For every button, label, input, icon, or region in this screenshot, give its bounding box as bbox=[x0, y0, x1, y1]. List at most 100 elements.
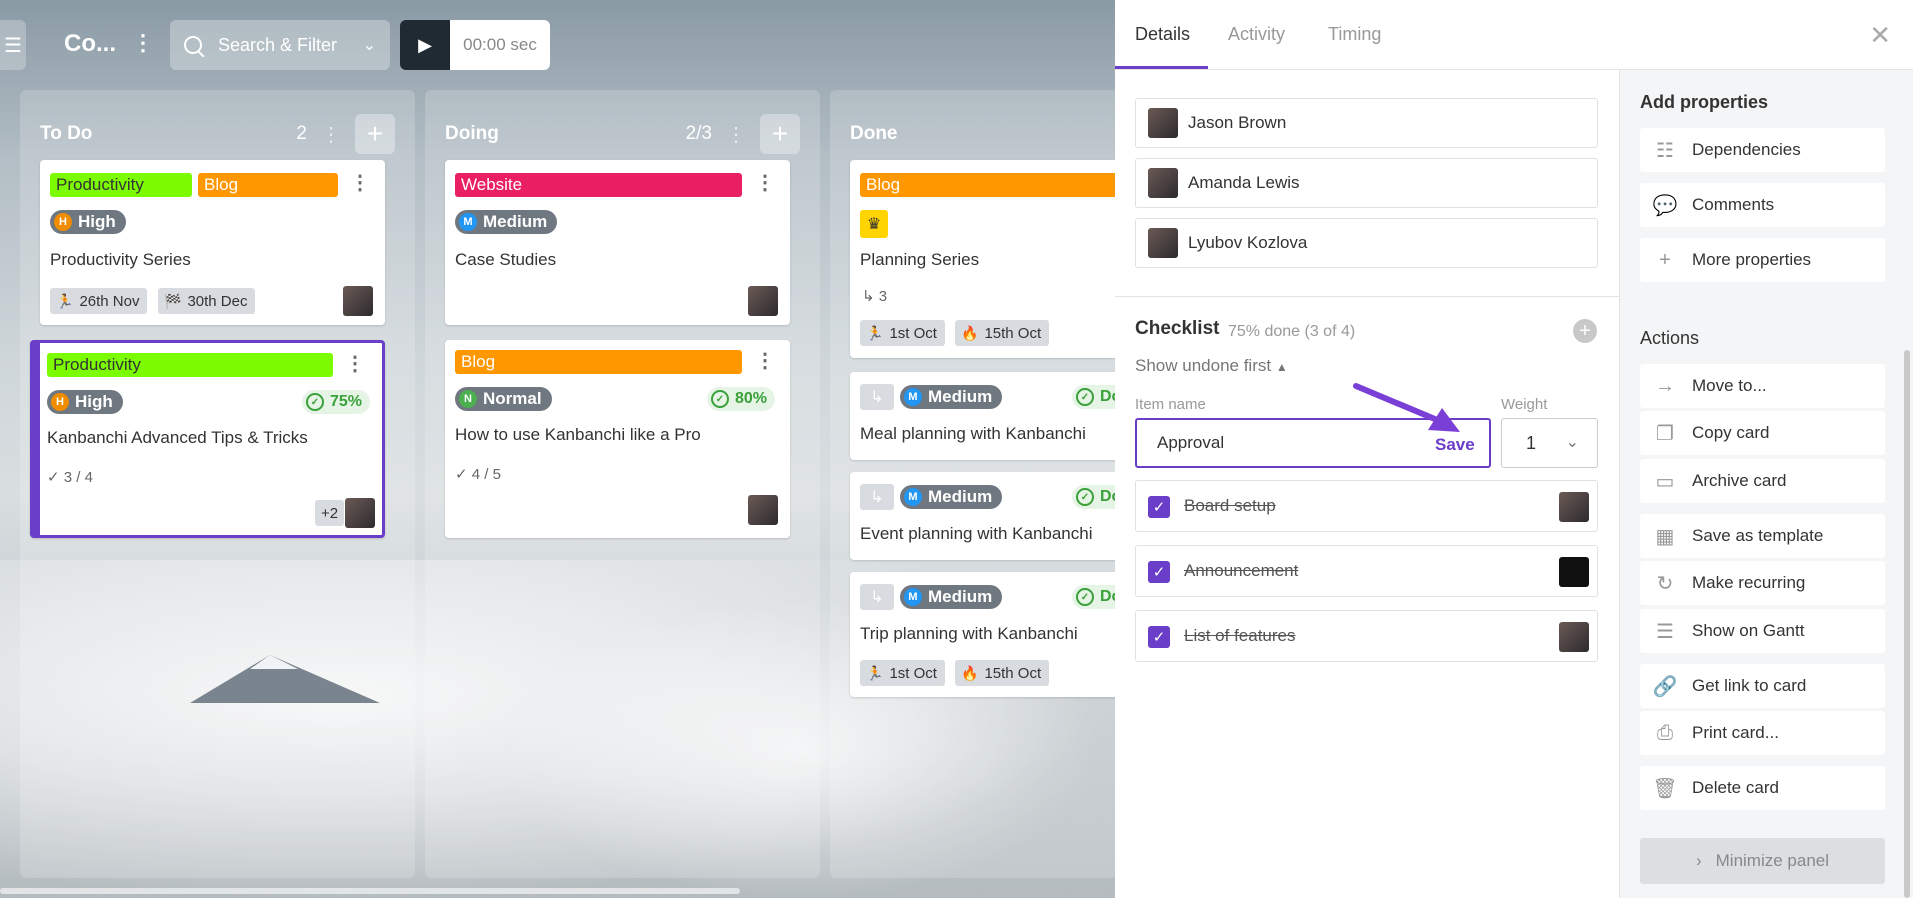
priority-letter: N bbox=[459, 390, 477, 408]
chevron-down-icon: ⌄ bbox=[362, 37, 376, 54]
delete-card-button[interactable]: 🗑 Delete card bbox=[1640, 766, 1885, 810]
show-on-gantt-button[interactable]: ☰ Show on Gantt bbox=[1640, 609, 1885, 653]
start-date-chip: 🏃 1st Oct bbox=[860, 320, 945, 346]
chevron-right-icon: › bbox=[1695, 851, 1702, 870]
column-more-icon[interactable]: ⋮ bbox=[726, 122, 746, 147]
assignee-row[interactable]: Amanda Lewis bbox=[1135, 158, 1598, 208]
archive-icon: ▭ bbox=[1655, 470, 1675, 493]
start-date-chip: 🏃 26th Nov bbox=[50, 288, 148, 314]
button-label: Move to... bbox=[1692, 376, 1767, 395]
column-title[interactable]: To Do bbox=[40, 123, 92, 145]
add-card-button[interactable]: + bbox=[355, 114, 395, 154]
archive-card-button[interactable]: ▭ Archive card bbox=[1640, 459, 1885, 503]
card-more-icon[interactable]: ⋮ bbox=[345, 351, 365, 376]
checklist-title: Checklist bbox=[1135, 318, 1220, 339]
horizontal-scrollbar[interactable] bbox=[0, 888, 740, 894]
checklist-item[interactable]: ✓ List of features bbox=[1135, 610, 1598, 662]
gantt-icon: ☰ bbox=[1656, 620, 1674, 643]
checkbox-checked[interactable]: ✓ bbox=[1148, 626, 1170, 648]
close-icon[interactable]: ✕ bbox=[1869, 20, 1891, 51]
card[interactable]: Blog ⋮ N Normal ✓ 80% How to use Kanbanch… bbox=[445, 340, 790, 538]
get-link-button[interactable]: 🔗 Get link to card bbox=[1640, 664, 1885, 708]
board-title[interactable]: Co... bbox=[64, 30, 116, 58]
panel-scrollbar[interactable] bbox=[1904, 350, 1910, 898]
column-title[interactable]: Doing bbox=[445, 123, 499, 145]
button-label: Show on Gantt bbox=[1692, 621, 1805, 640]
priority-label: Medium bbox=[928, 587, 993, 606]
move-to-button[interactable]: → Move to... bbox=[1640, 364, 1885, 408]
copy-icon: ❐ bbox=[1656, 422, 1674, 445]
checkbox-checked[interactable]: ✓ bbox=[1148, 561, 1170, 583]
subcard-arrow-icon: ↳ bbox=[860, 584, 894, 610]
play-icon[interactable]: ▶ bbox=[400, 20, 450, 70]
avatar bbox=[748, 495, 778, 525]
column-title[interactable]: Done bbox=[850, 123, 898, 145]
copy-card-button[interactable]: ❐ Copy card bbox=[1640, 411, 1885, 455]
hamburger-menu-icon[interactable]: ☰ bbox=[0, 20, 26, 70]
dependencies-button[interactable]: ☷ Dependencies bbox=[1640, 128, 1885, 172]
add-card-button[interactable]: + bbox=[760, 114, 800, 154]
priority-badge: M Medium bbox=[900, 385, 1003, 409]
checklist-value: 4 / 5 bbox=[471, 466, 501, 483]
section-divider bbox=[1115, 296, 1620, 297]
card-selected[interactable]: Productivity ⋮ H High ✓ 75% Kanbanchi Adv… bbox=[30, 340, 385, 538]
make-recurring-button[interactable]: ↻ Make recurring bbox=[1640, 561, 1885, 605]
card[interactable]: Productivity Blog ⋮ H High Productivity … bbox=[40, 160, 385, 325]
checklist-item[interactable]: ✓ Announcement bbox=[1135, 545, 1598, 597]
template-icon: ▦ bbox=[1655, 525, 1675, 548]
tab-activity[interactable]: Activity bbox=[1228, 24, 1285, 45]
progress-value: 75% bbox=[330, 393, 363, 410]
more-properties-button[interactable]: + More properties bbox=[1640, 238, 1885, 282]
minimize-panel-button[interactable]: › Minimize panel bbox=[1640, 838, 1885, 884]
active-tab-indicator bbox=[1115, 66, 1208, 69]
priority-label: Medium bbox=[928, 487, 993, 506]
subcard-arrow-icon: ↳ bbox=[860, 384, 894, 410]
print-card-button[interactable]: ⎙ Print card... bbox=[1640, 711, 1885, 755]
search-icon bbox=[184, 36, 202, 54]
column-todo: To Do 2 ⋮ + Productivity Blog ⋮ H High P… bbox=[20, 90, 415, 878]
save-button[interactable]: Save bbox=[1435, 435, 1475, 455]
board-more-icon[interactable]: ⋮ bbox=[132, 30, 154, 56]
weight-select[interactable]: 1 ⌄ bbox=[1501, 418, 1598, 468]
button-label: Copy card bbox=[1692, 423, 1770, 442]
due-date-chip: 🔥 15th Oct bbox=[955, 660, 1050, 686]
actions-title: Actions bbox=[1640, 328, 1700, 348]
subcard-arrow-icon: ↳ bbox=[860, 484, 894, 510]
checklist-item[interactable]: ✓ Board setup bbox=[1135, 480, 1598, 532]
assignee-row[interactable]: Jason Brown bbox=[1135, 98, 1598, 148]
priority-badge: M Medium bbox=[455, 210, 558, 234]
card-more-icon[interactable]: ⋮ bbox=[755, 170, 775, 195]
avatar bbox=[1148, 108, 1178, 138]
assignee-row[interactable]: Lyubov Kozlova bbox=[1135, 218, 1598, 268]
checkbox-checked[interactable]: ✓ bbox=[1148, 496, 1170, 518]
trash-icon: 🗑 bbox=[1652, 777, 1678, 800]
running-icon: 🏃 bbox=[866, 664, 884, 681]
assignee-name: Lyubov Kozlova bbox=[1188, 233, 1308, 252]
minimize-label: Minimize panel bbox=[1715, 851, 1830, 870]
column-more-icon[interactable]: ⋮ bbox=[321, 122, 341, 147]
tag-productivity: Productivity bbox=[47, 353, 333, 377]
card-title: How to use Kanbanchi like a Pro bbox=[455, 425, 701, 444]
button-label: Archive card bbox=[1692, 471, 1787, 490]
priority-label: High bbox=[75, 392, 113, 411]
button-label: Get link to card bbox=[1692, 676, 1807, 695]
add-properties-title: Add properties bbox=[1640, 92, 1769, 112]
comments-button[interactable]: 💬 Comments bbox=[1640, 183, 1885, 227]
save-as-template-button[interactable]: ▦ Save as template bbox=[1640, 514, 1885, 558]
priority-letter: M bbox=[904, 388, 922, 406]
tab-details[interactable]: Details bbox=[1135, 24, 1190, 45]
avatar bbox=[343, 286, 373, 316]
checklist-item-name: Board setup bbox=[1184, 496, 1276, 515]
start-date: 26th Nov bbox=[79, 292, 140, 310]
item-name-label: Item name bbox=[1135, 396, 1206, 413]
crown-icon: ♛ bbox=[860, 210, 888, 238]
priority-label: Normal bbox=[483, 389, 542, 408]
card-more-icon[interactable]: ⋮ bbox=[755, 348, 775, 373]
add-checklist-item-icon[interactable]: + bbox=[1573, 319, 1597, 343]
progress-check-icon: ✓ bbox=[1076, 388, 1094, 406]
search-filter-button[interactable]: Search & Filter ⌄ bbox=[170, 20, 390, 70]
card-more-icon[interactable]: ⋮ bbox=[350, 170, 370, 195]
card[interactable]: Website ⋮ M Medium Case Studies bbox=[445, 160, 790, 325]
tab-timing[interactable]: Timing bbox=[1328, 24, 1381, 45]
show-undone-toggle[interactable]: Show undone first ▲ bbox=[1135, 356, 1288, 376]
